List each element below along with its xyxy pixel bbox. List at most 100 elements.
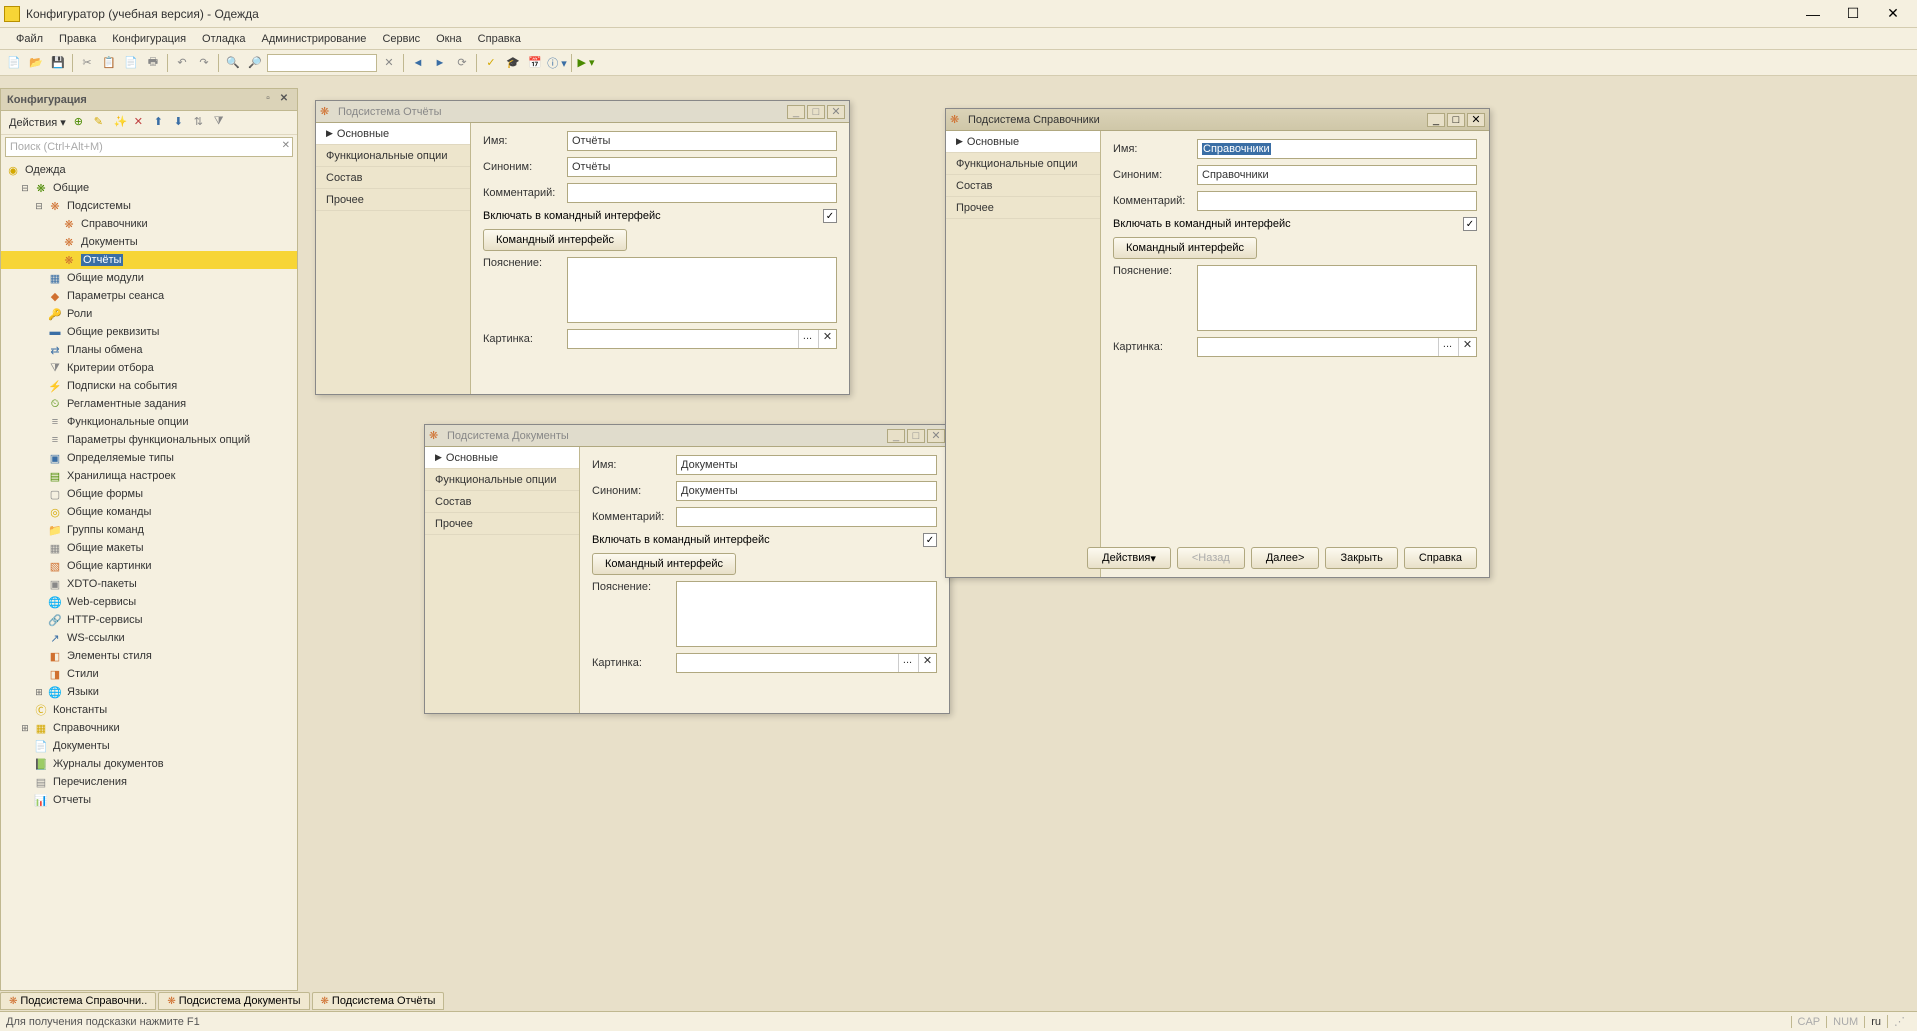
tree-item[interactable]: 🔑Роли [1, 305, 297, 323]
synonym-input[interactable]: Отчёты [567, 157, 837, 177]
tree-item[interactable]: ⊞▦Справочники [1, 719, 297, 737]
tree-item[interactable]: 🌐Web-сервисы [1, 593, 297, 611]
cmd-interface-button[interactable]: Командный интерфейс [483, 229, 627, 251]
tab-comp[interactable]: Состав [425, 491, 579, 513]
add-icon[interactable]: ⊕ [74, 115, 90, 131]
dialog-documents[interactable]: ❋ Подсистема Документы _ □ ✕ ▶Основные Ф… [424, 424, 950, 714]
clear-icon[interactable]: ✕ [1458, 338, 1476, 356]
cut-icon[interactable]: ✂ [77, 53, 97, 73]
name-input[interactable]: Отчёты [567, 131, 837, 151]
wand-icon[interactable]: ✨ [114, 115, 130, 131]
dialog-titlebar[interactable]: ❋ Подсистема Справочники _ □ ✕ [946, 109, 1489, 131]
menu-service[interactable]: Сервис [374, 30, 428, 48]
explain-textarea[interactable] [567, 257, 837, 323]
menu-debug[interactable]: Отладка [194, 30, 253, 48]
tree-item[interactable]: 📄Документы [1, 737, 297, 755]
maximize-icon[interactable]: □ [807, 105, 825, 119]
tree-item[interactable]: ▤Хранилища настроек [1, 467, 297, 485]
tree-sub-reference[interactable]: ❋Справочники [1, 215, 297, 233]
clear-icon[interactable]: ✕ [918, 654, 936, 672]
menu-admin[interactable]: Администрирование [254, 30, 375, 48]
search-input[interactable]: Поиск (Ctrl+Alt+M) ✕ [5, 137, 293, 157]
close-button[interactable]: Закрыть [1325, 547, 1397, 569]
tree-item[interactable]: ⏲Регламентные задания [1, 395, 297, 413]
redo-icon[interactable]: ↷ [194, 53, 214, 73]
search-combo[interactable] [267, 54, 377, 72]
menu-file[interactable]: Файл [8, 30, 51, 48]
maximize-button[interactable]: ☐ [1833, 4, 1873, 24]
tree-item[interactable]: ▣XDTO-пакеты [1, 575, 297, 593]
picture-input[interactable]: ...✕ [567, 329, 837, 349]
browse-icon[interactable]: ... [898, 654, 916, 672]
maximize-icon[interactable]: □ [1447, 113, 1465, 127]
refresh-icon[interactable]: ⟳ [452, 53, 472, 73]
tab-main[interactable]: ▶Основные [316, 123, 470, 145]
tab-other[interactable]: Прочее [425, 513, 579, 535]
dialog-references[interactable]: ❋ Подсистема Справочники _ □ ✕ ▶Основные… [945, 108, 1490, 578]
close-button[interactable]: ✕ [1873, 4, 1913, 24]
actions-dropdown[interactable]: Действия ▾ [5, 114, 70, 131]
dialog-titlebar[interactable]: ❋ Подсистема Документы _ □ ✕ [425, 425, 949, 447]
search-icon[interactable]: 🔎 [245, 53, 265, 73]
close-icon[interactable]: ✕ [1467, 113, 1485, 127]
minimize-icon[interactable]: _ [787, 105, 805, 119]
nav-back-icon[interactable]: ◄ [408, 53, 428, 73]
tree-item[interactable]: ▤Перечисления [1, 773, 297, 791]
browse-icon[interactable]: ... [1438, 338, 1456, 356]
collapse-icon[interactable]: ⊟ [33, 200, 45, 212]
sort-icon[interactable]: ⇅ [194, 115, 210, 131]
close-icon[interactable]: ✕ [827, 105, 845, 119]
picture-input[interactable]: ...✕ [676, 653, 937, 673]
tree-item[interactable]: 📗Журналы документов [1, 755, 297, 773]
tree-item[interactable]: ◨Стили [1, 665, 297, 683]
tab-other[interactable]: Прочее [946, 197, 1100, 219]
maximize-icon[interactable]: □ [907, 429, 925, 443]
include-checkbox[interactable]: ✓ [823, 209, 837, 223]
actions-button[interactable]: Действия ▾ [1087, 547, 1171, 569]
bottom-tab-reports[interactable]: ❋Подсистема Отчёты [312, 992, 445, 1010]
menu-config[interactable]: Конфигурация [104, 30, 194, 48]
debug-icon[interactable]: 🎓 [503, 53, 523, 73]
collapse-icon[interactable]: ⊟ [19, 182, 31, 194]
tree-item[interactable]: 📊Отчеты [1, 791, 297, 809]
tree-item[interactable]: ↗WS-ссылки [1, 629, 297, 647]
cmd-interface-button[interactable]: Командный интерфейс [592, 553, 736, 575]
minimize-button[interactable]: — [1793, 4, 1833, 24]
delete-icon[interactable]: ✕ [134, 115, 150, 131]
tree-item[interactable]: ▬Общие реквизиты [1, 323, 297, 341]
open-icon[interactable]: 📂 [26, 53, 46, 73]
tab-comp[interactable]: Состав [316, 167, 470, 189]
up-icon[interactable]: ⬆ [154, 115, 170, 131]
expand-icon[interactable]: ⊞ [19, 722, 31, 734]
clear-icon[interactable]: ✕ [379, 53, 399, 73]
tree-common[interactable]: ⊟❋Общие [1, 179, 297, 197]
tree-item[interactable]: ⧩Критерии отбора [1, 359, 297, 377]
save-icon[interactable]: 💾 [48, 53, 68, 73]
config-tree[interactable]: ◉Одежда ⊟❋Общие ⊟❋Подсистемы ❋Справочник… [1, 159, 297, 990]
menu-help[interactable]: Справка [470, 30, 529, 48]
pin-icon[interactable]: ▫ [261, 93, 275, 107]
tab-main[interactable]: ▶Основные [946, 131, 1100, 153]
tree-sub-reports[interactable]: ❋Отчёты [1, 251, 297, 269]
close-icon[interactable]: ✕ [927, 429, 945, 443]
bottom-tab-docs[interactable]: ❋Подсистема Документы [158, 992, 309, 1010]
comment-input[interactable] [1197, 191, 1477, 211]
comment-input[interactable] [676, 507, 937, 527]
clear-search-icon[interactable]: ✕ [282, 140, 290, 151]
synonym-input[interactable]: Документы [676, 481, 937, 501]
close-panel-icon[interactable]: ✕ [277, 93, 291, 107]
nav-fwd-icon[interactable]: ► [430, 53, 450, 73]
clear-icon[interactable]: ✕ [818, 330, 836, 348]
calendar-icon[interactable]: 📅 [525, 53, 545, 73]
dialog-titlebar[interactable]: ❋ Подсистема Отчёты _ □ ✕ [316, 101, 849, 123]
bottom-tab-refs[interactable]: ❋Подсистема Справочни.. [0, 992, 156, 1010]
picture-input[interactable]: ...✕ [1197, 337, 1477, 357]
tree-item[interactable]: 🔗HTTP-сервисы [1, 611, 297, 629]
tab-func[interactable]: Функциональные опции [316, 145, 470, 167]
tab-other[interactable]: Прочее [316, 189, 470, 211]
tab-func[interactable]: Функциональные опции [425, 469, 579, 491]
find-icon[interactable]: 🔍 [223, 53, 243, 73]
new-icon[interactable]: 📄 [4, 53, 24, 73]
tree-item[interactable]: ≡Параметры функциональных опций [1, 431, 297, 449]
tree-item[interactable]: ◆Параметры сеанса [1, 287, 297, 305]
